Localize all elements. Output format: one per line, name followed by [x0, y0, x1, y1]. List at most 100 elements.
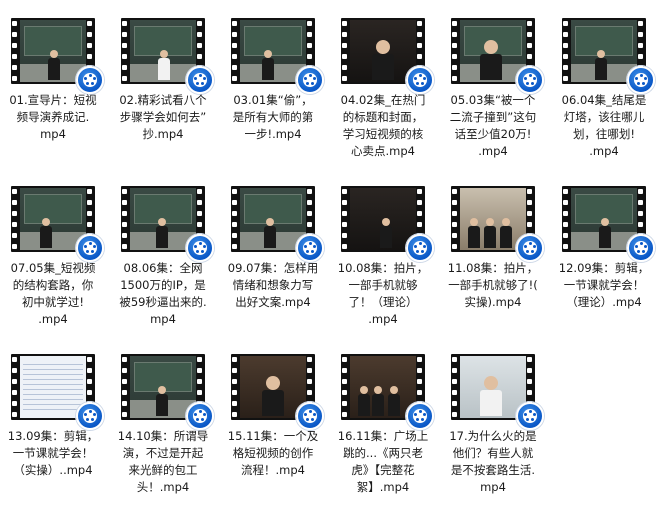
video-file-item[interactable]: 01.宣导片：短视 频导演养成记. mp4: [0, 18, 106, 178]
video-thumbnail[interactable]: [562, 18, 655, 94]
file-name-line: 频导演养成记.: [16, 110, 90, 124]
video-thumbnail[interactable]: [231, 18, 324, 94]
file-name-line: 是所有大师的第: [232, 110, 314, 124]
preview-image: [350, 356, 416, 418]
sprocket-holes: [122, 189, 129, 249]
sprocket-holes: [342, 189, 349, 249]
file-name-label: 03.01集“偷”， 是所有大师的第 一步!.mp4: [220, 92, 326, 143]
sprocket-holes: [563, 21, 570, 81]
file-name-label: 13.09集：剪辑， 一节课就学会！ （实操）..mp4: [0, 428, 106, 479]
video-file-item[interactable]: 15.11集：一个及 格短视频的创作 流程！.mp4: [220, 354, 326, 514]
video-file-item[interactable]: 11.08集：拍片， 一部手机就够了!(实操).mp4: [440, 186, 546, 346]
person-figure: [264, 218, 276, 248]
video-file-item[interactable]: 13.09集：剪辑， 一节课就学会！ （实操）..mp4: [0, 354, 106, 514]
file-name-label: 12.09集：剪辑， 一节课就学会！ （理论）.mp4: [551, 260, 657, 311]
preview-image: [571, 188, 637, 250]
video-file-item[interactable]: 03.01集“偷”， 是所有大师的第 一步!.mp4: [220, 18, 326, 178]
file-name-line: 被59秒逼出来的.: [119, 295, 207, 309]
person-figure: [372, 40, 394, 80]
file-name-line: .mp4: [38, 312, 68, 326]
file-name-label: 14.10集：所谓导 演，不过是开起 来光鲜的包工 头！.mp4: [110, 428, 216, 496]
person-figure: [40, 218, 52, 248]
sprocket-holes: [232, 357, 239, 417]
video-player-icon: [627, 66, 655, 94]
video-thumbnail[interactable]: [11, 354, 104, 430]
video-file-item[interactable]: 08.06集：全网 1500万的IP，是 被59秒逼出来的. mp4: [110, 186, 216, 346]
video-file-item[interactable]: 09.07集：怎样用 情绪和想象力写 出好文案.mp4: [220, 186, 326, 346]
preview-image: [240, 20, 306, 82]
video-thumbnail[interactable]: [341, 354, 434, 430]
sprocket-holes: [452, 189, 459, 249]
sprocket-holes: [122, 21, 129, 81]
file-name-line: mp4: [480, 480, 506, 494]
video-player-icon: [296, 402, 324, 430]
person-figure: [484, 218, 496, 248]
person-figure: [380, 218, 392, 248]
video-thumbnail[interactable]: [562, 186, 655, 262]
file-name-line: 07.05集_短视频: [10, 261, 96, 275]
file-name-label: 01.宣导片：短视 频导演养成记. mp4: [0, 92, 106, 143]
file-name-line: 出好文案.mp4: [235, 295, 311, 309]
file-grid: 01.宣导片：短视 频导演养成记. mp4 02.精彩试看八个 步骤学会如何去” 抄.mp…: [0, 0, 666, 506]
person-figure: [480, 40, 502, 80]
preview-image: [20, 188, 86, 250]
file-name-label: 06.04集_结尾是 灯塔，该往哪儿 划，往哪划! .mp4: [551, 92, 657, 160]
file-name-line: mp4: [40, 127, 66, 141]
video-thumbnail[interactable]: [11, 186, 104, 262]
sprocket-holes: [342, 357, 349, 417]
video-file-item[interactable]: 10.08集：拍片， 一部手机就够 了！（理论） .mp4: [330, 186, 436, 346]
file-name-line: 15.11集：一个及: [227, 429, 319, 443]
video-file-item[interactable]: 16.11集：广场上 跳的...《两只老 虎》【完整花 絮】.mp4: [330, 354, 436, 514]
file-name-line: 初中就学过!: [21, 295, 85, 309]
video-player-icon: [296, 66, 324, 94]
file-name-line: （理论）.mp4: [566, 295, 642, 309]
video-file-item[interactable]: 17.为什么火的是 他们？有些人就 是不按套路生活. mp4: [440, 354, 546, 514]
video-thumbnail[interactable]: [11, 18, 104, 94]
file-name-line: 步骤学会如何去”: [119, 110, 207, 124]
file-name-line: 来光鲜的包工: [128, 463, 198, 477]
file-name-label: 16.11集：广场上 跳的...《两只老 虎》【完整花 絮】.mp4: [330, 428, 436, 496]
person-figure: [595, 50, 607, 80]
person-figure: [599, 218, 611, 248]
video-thumbnail[interactable]: [451, 354, 544, 430]
file-name-line: 一步!.mp4: [244, 127, 302, 141]
file-name-line: 的标题和封面，: [342, 110, 424, 124]
video-thumbnail[interactable]: [231, 354, 324, 430]
video-player-icon: [406, 234, 434, 262]
file-name-line: 二流子撞到”这句: [449, 110, 537, 124]
file-name-line: 格短视频的创作: [232, 446, 314, 460]
video-thumbnail[interactable]: [451, 186, 544, 262]
video-thumbnail[interactable]: [341, 186, 434, 262]
file-name-line: 心卖点.mp4: [351, 144, 415, 158]
file-name-line: 划，往哪划!: [572, 127, 636, 141]
sprocket-holes: [122, 357, 129, 417]
video-file-item[interactable]: 06.04集_结尾是 灯塔，该往哪儿 划，往哪划! .mp4: [551, 18, 657, 178]
video-thumbnail[interactable]: [451, 18, 544, 94]
file-name-line: 02.精彩试看八个: [119, 93, 207, 107]
video-thumbnail[interactable]: [341, 18, 434, 94]
video-file-item[interactable]: 07.05集_短视频 的结构套路，你 初中就学过! .mp4: [0, 186, 106, 346]
file-name-line: 他们？有些人就: [452, 446, 534, 460]
file-name-line: 14.10集：所谓导: [117, 429, 209, 443]
video-thumbnail[interactable]: [121, 186, 214, 262]
file-name-line: 06.04集_结尾是: [561, 93, 647, 107]
file-name-line: 流程！.mp4: [241, 463, 305, 477]
file-name-line: 是不按套路生活.: [450, 463, 536, 477]
sprocket-holes: [342, 21, 349, 81]
video-player-icon: [516, 234, 544, 262]
file-name-label: 07.05集_短视频 的结构套路，你 初中就学过! .mp4: [0, 260, 106, 328]
video-file-item[interactable]: 04.02集_在热门 的标题和封面， 学习短视频的核 心卖点.mp4: [330, 18, 436, 178]
sprocket-holes: [232, 189, 239, 249]
file-name-label: 08.06集：全网 1500万的IP，是 被59秒逼出来的. mp4: [110, 260, 216, 328]
video-file-item[interactable]: 05.03集“被一个 二流子撞到”这句 话至少值20万! .mp4: [440, 18, 546, 178]
video-file-item[interactable]: 02.精彩试看八个 步骤学会如何去” 抄.mp4: [110, 18, 216, 178]
file-name-label: 15.11集：一个及 格短视频的创作 流程！.mp4: [220, 428, 326, 479]
video-file-item[interactable]: 12.09集：剪辑， 一节课就学会！ （理论）.mp4: [551, 186, 657, 346]
video-thumbnail[interactable]: [121, 18, 214, 94]
file-name-line: 08.06集：全网: [123, 261, 203, 275]
video-thumbnail[interactable]: [231, 186, 324, 262]
video-thumbnail[interactable]: [121, 354, 214, 430]
file-name-line: 01.宣导片：短视: [9, 93, 97, 107]
video-file-item[interactable]: 14.10集：所谓导 演，不过是开起 来光鲜的包工 头！.mp4: [110, 354, 216, 514]
video-player-icon: [76, 234, 104, 262]
